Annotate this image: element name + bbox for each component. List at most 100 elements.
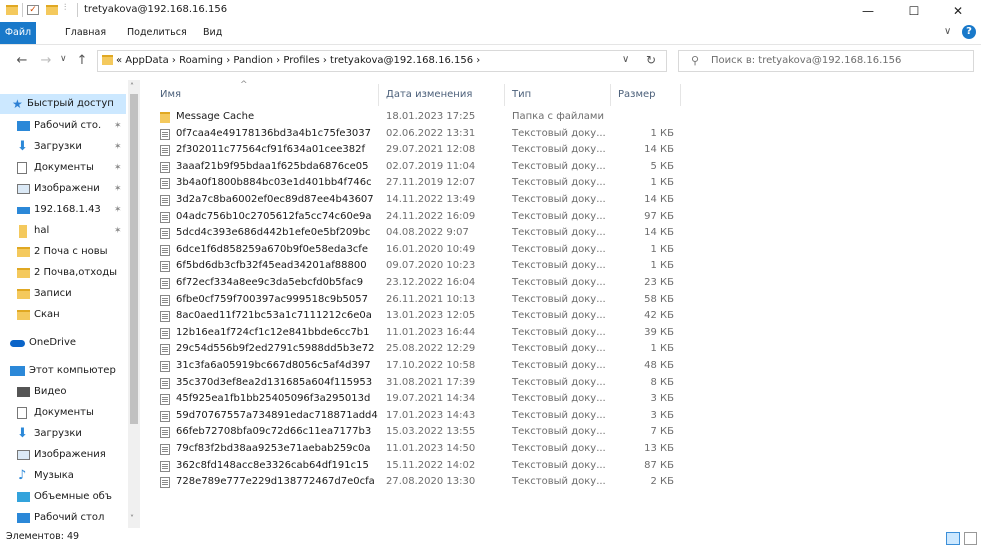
file-name: 362c8fd148acc8e3326cab64df191c15 (176, 459, 369, 471)
nav-item-network-drive[interactable]: 192.168.1.43 ✶ (0, 200, 126, 220)
recent-locations-chevron-icon[interactable]: ∨ (60, 54, 67, 64)
tab-view[interactable]: Вид (195, 22, 230, 44)
file-size: 1 КБ (650, 127, 674, 139)
up-button[interactable]: ↑ (74, 53, 90, 69)
nav-item-hal[interactable]: hal ✶ (0, 221, 126, 241)
file-name: 6dce1f6d858259a670b9f0e58eda3cfe (176, 243, 368, 255)
file-row[interactable]: 5dcd4c393e686d442b1efe0e5bf209bc 04.08.20… (156, 225, 686, 242)
text-file-icon (160, 344, 170, 356)
file-row[interactable]: 45f925ea1fb1bb25405096f3a295013d 19.07.20… (156, 391, 686, 408)
pin-icon[interactable]: ✶ (114, 179, 122, 199)
file-row[interactable]: 35c370d3ef8ea2d131685a604f115953 31.08.20… (156, 375, 686, 392)
file-row[interactable]: 728e789e777e229d138772467d7e0cfa 27.08.20… (156, 474, 686, 491)
refresh-icon[interactable]: ↻ (646, 53, 656, 67)
file-row[interactable]: Message Cache 18.01.2023 17:25 Папка с фай… (156, 109, 686, 126)
nav-scrollbar[interactable]: ˄ ˅ (128, 80, 140, 528)
tab-file[interactable]: Файл (0, 22, 36, 44)
nav-item-music[interactable]: ♪ Музыка (0, 466, 126, 486)
properties-icon[interactable]: ✓ (27, 5, 39, 15)
pin-icon[interactable]: ✶ (114, 200, 122, 220)
file-row[interactable]: 3b4a0f1800b884bc03e1d401bb4f746c 27.11.20… (156, 175, 686, 192)
nav-item-pictures-pc[interactable]: Изображения (0, 445, 126, 465)
file-row[interactable]: 362c8fd148acc8e3326cab64df191c15 15.11.20… (156, 458, 686, 475)
tab-share[interactable]: Поделиться (119, 22, 195, 44)
video-icon (17, 387, 30, 397)
file-date: 23.12.2022 16:04 (386, 277, 476, 288)
file-row[interactable]: 6f5bd6db3cfb32f45ead34201af88800 09.07.20… (156, 258, 686, 275)
pin-icon[interactable]: ✶ (114, 116, 122, 136)
nav-item-downloads[interactable]: ⬇ Загрузки ✶ (0, 137, 126, 157)
file-row[interactable]: 3aaaf21b9f95bdaa1f625bda6876ce05 02.07.20… (156, 159, 686, 176)
nav-item-pictures[interactable]: Изображени ✶ (0, 179, 126, 199)
back-button[interactable]: ← (14, 53, 30, 69)
search-input[interactable]: ⚲ Поиск в: tretyakova@192.168.16.156 (678, 50, 974, 72)
file-row[interactable]: 0f7caa4e49178136bd3a4b1c75fe3037 02.06.20… (156, 126, 686, 143)
file-row[interactable]: 6fbe0cf759f700397ac999518c9b5057 26.11.20… (156, 292, 686, 309)
details-view-icon[interactable] (946, 532, 960, 545)
file-row[interactable]: 12b16ea1f724cf1c12e841bbde6cc7b1 11.01.20… (156, 325, 686, 342)
file-row[interactable]: 31c3fa6a05919bc667d8056c5af4d397 17.10.20… (156, 358, 686, 375)
column-header-type[interactable]: Тип (512, 85, 531, 105)
help-icon[interactable]: ? (962, 25, 976, 39)
column-divider[interactable] (680, 84, 681, 106)
column-divider[interactable] (378, 84, 379, 106)
nav-item-documents-pc[interactable]: Документы (0, 403, 126, 423)
scrollbar-thumb[interactable] (130, 94, 138, 424)
folder-icon (17, 268, 30, 278)
column-header-name[interactable]: Имя (160, 85, 181, 105)
pin-icon[interactable]: ✶ (114, 137, 122, 157)
nav-item-3d-objects[interactable]: Объемные объ (0, 487, 126, 507)
nav-item-desktop-pc[interactable]: Рабочий стол (0, 508, 126, 528)
pin-icon[interactable]: ✶ (114, 221, 122, 241)
nav-item-desktop[interactable]: Рабочий сто. ✶ (0, 116, 126, 136)
ribbon-tabs: Файл Главная Поделиться Вид ∨ ? (0, 22, 981, 45)
nav-item-this-pc[interactable]: Этот компьютер (0, 361, 126, 381)
new-folder-icon[interactable] (46, 5, 58, 15)
nav-item-records[interactable]: Записи (0, 284, 126, 304)
file-row[interactable]: 2f302011c77564cf91f634a01cee382f 29.07.20… (156, 142, 686, 159)
address-bar[interactable]: « AppData › Roaming › Pandion › Profiles… (97, 50, 667, 72)
file-type: Текстовый доку... (512, 243, 606, 255)
file-row[interactable]: 59d70767557a734891edac718871add4 17.01.20… (156, 408, 686, 425)
breadcrumb[interactable]: « AppData › Roaming › Pandion › Profiles… (116, 51, 480, 71)
text-file-icon (160, 161, 170, 173)
address-dropdown-icon[interactable]: ∨ (622, 54, 629, 65)
nav-item-downloads-pc[interactable]: ⬇ Загрузки (0, 424, 126, 444)
minimize-button[interactable]: — (845, 0, 891, 22)
file-row[interactable]: 79cf83f2bd38aa9253e71aebab259c0a 11.01.20… (156, 441, 686, 458)
close-button[interactable]: ✕ (935, 0, 981, 22)
expand-ribbon-icon[interactable]: ∨ (944, 26, 951, 37)
divider (77, 3, 78, 17)
nav-item-folder-2[interactable]: 2 Почва,отходы (0, 263, 126, 283)
file-row[interactable]: 6dce1f6d858259a670b9f0e58eda3cfe 16.01.20… (156, 242, 686, 259)
file-name: 8ac0aed11f721bc53a1c7111212c6e0a (176, 310, 372, 322)
text-file-icon (160, 145, 170, 157)
nav-item-label: Изображения (34, 449, 106, 460)
nav-item-onedrive[interactable]: OneDrive (0, 333, 126, 353)
3d-objects-icon (17, 492, 30, 502)
forward-button[interactable]: → (38, 53, 54, 69)
scroll-down-icon[interactable]: ˅ (130, 514, 134, 523)
column-divider[interactable] (610, 84, 611, 106)
file-row[interactable]: 8ac0aed11f721bc53a1c7111212c6e0a 13.01.20… (156, 308, 686, 325)
maximize-button[interactable]: ☐ (891, 0, 937, 22)
file-row[interactable]: 66feb72708bfa09c72d66c11ea7177b3 15.03.20… (156, 424, 686, 441)
nav-item-folder-1[interactable]: 2 Поча с новы (0, 242, 126, 262)
file-row[interactable]: 04adc756b10c2705612fa5cc74c60e9a 24.11.20… (156, 209, 686, 226)
nav-quick-access[interactable]: ★ Быстрый доступ (0, 94, 126, 114)
pin-icon[interactable]: ✶ (114, 158, 122, 178)
nav-item-videos[interactable]: Видео (0, 382, 126, 402)
column-header-size[interactable]: Размер (618, 85, 656, 105)
file-row[interactable]: 29c54d556b9f2ed2791c5988dd5b3e72 25.08.20… (156, 341, 686, 358)
quick-access-dropdown-icon[interactable]: ⫶ (64, 3, 66, 13)
column-header-date[interactable]: Дата изменения (386, 85, 472, 105)
file-row[interactable]: 3d2a7c8ba6002ef0ec89d87ee4b43607 14.11.20… (156, 192, 686, 209)
scroll-up-icon[interactable]: ˄ (130, 82, 134, 91)
large-icons-view-icon[interactable] (964, 532, 977, 545)
nav-item-documents[interactable]: Документы ✶ (0, 158, 126, 178)
nav-item-scan[interactable]: Скан (0, 305, 126, 325)
file-name: 6f72ecf334a8ee9c3da5ebcfd0b5fac9 (176, 277, 364, 288)
column-divider[interactable] (504, 84, 505, 106)
tab-home[interactable]: Главная (57, 22, 114, 44)
file-row[interactable]: 6f72ecf334a8ee9c3da5ebcfd0b5fac9 23.12.20… (156, 275, 686, 292)
